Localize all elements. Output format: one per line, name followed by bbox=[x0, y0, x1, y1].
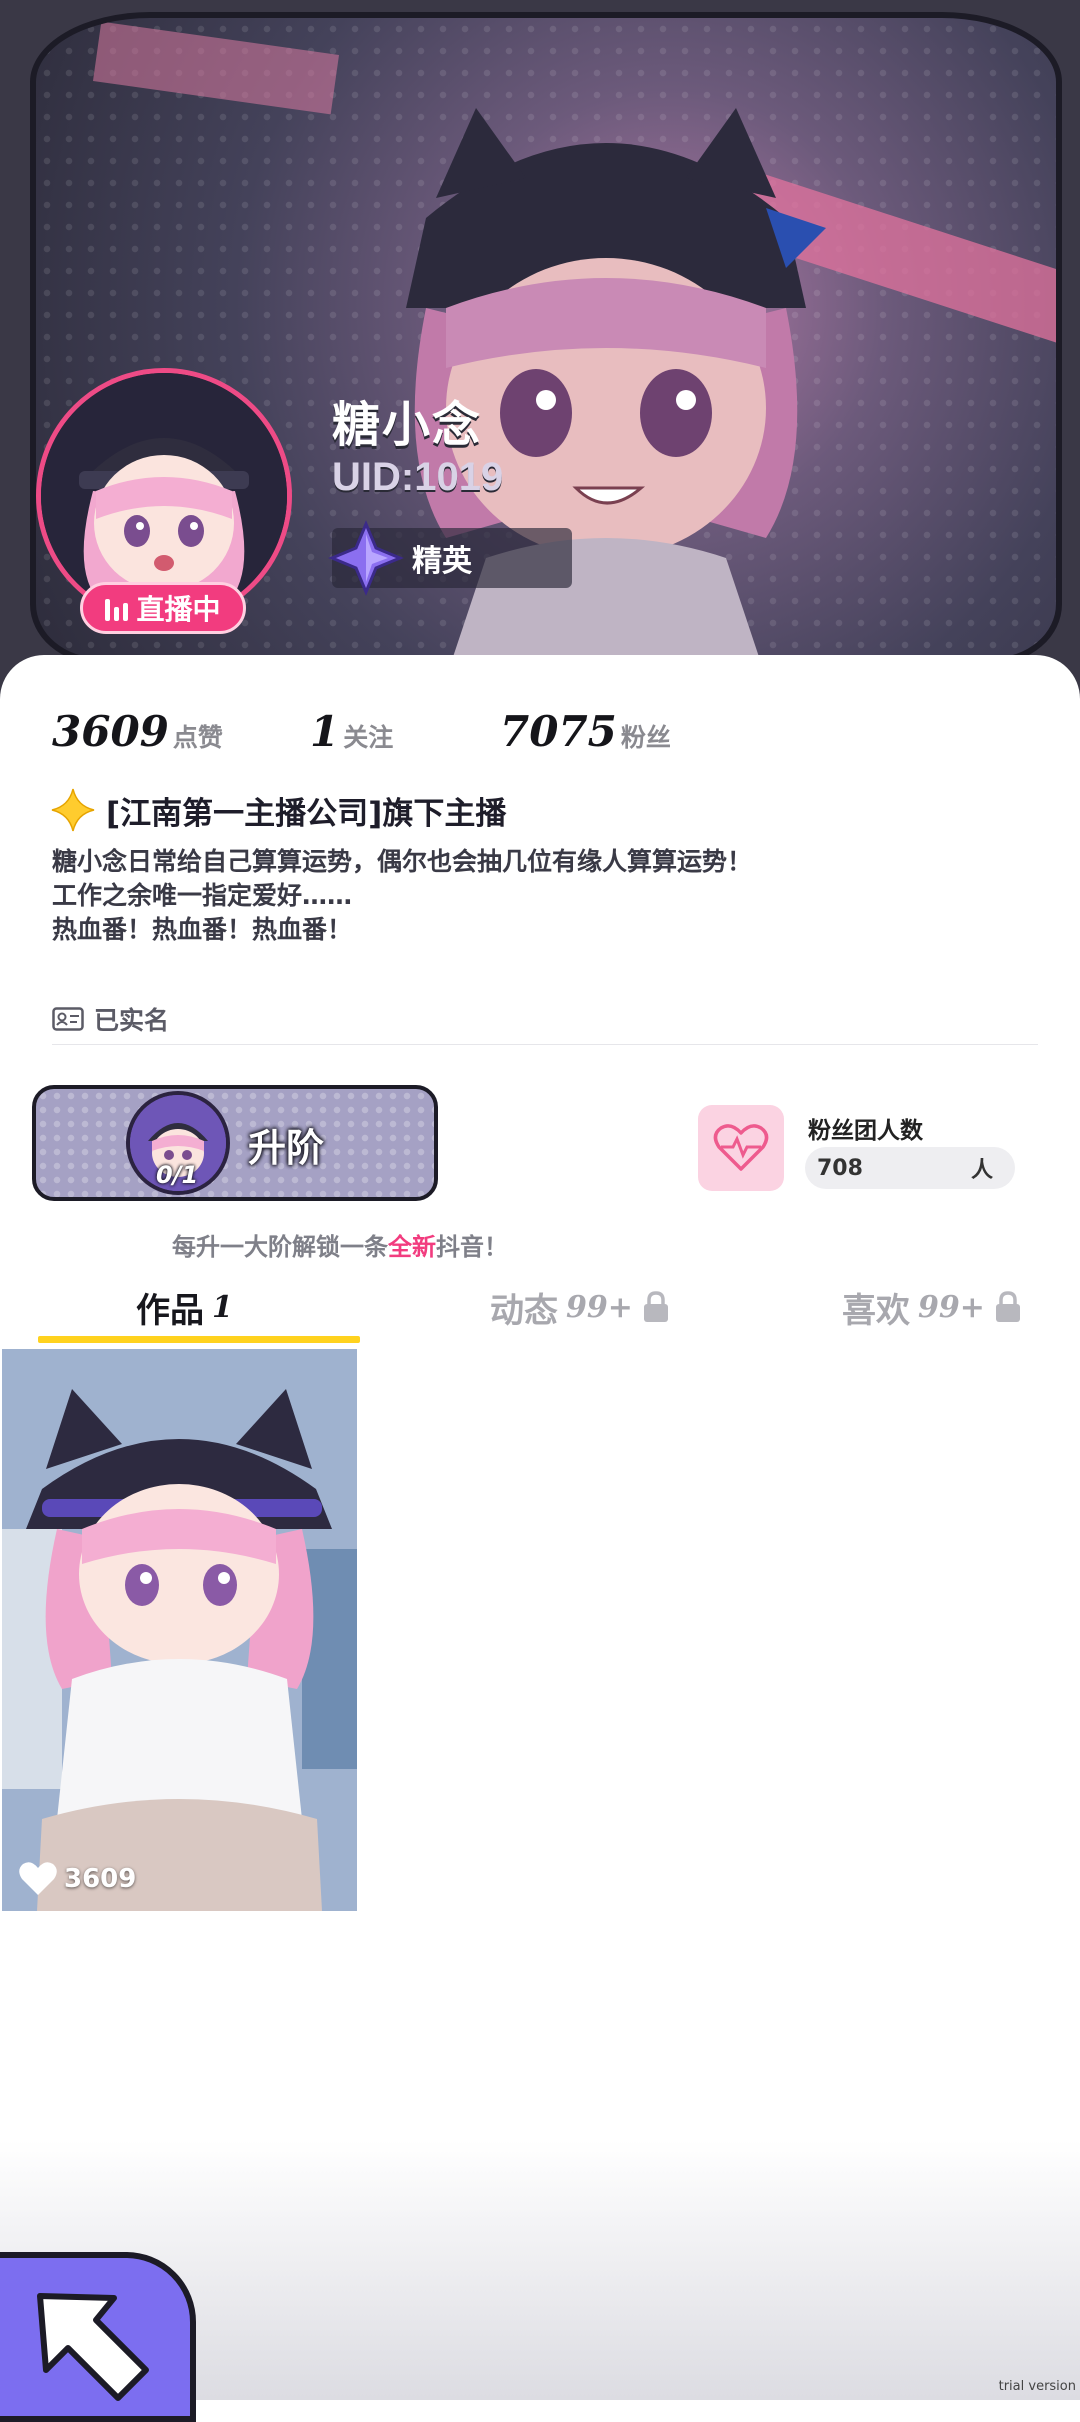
bio: 糖小念日常给自己算算运势，偶尔也会抽几位有缘人算算运势！ 工作之余唯一指定爱好…… bbox=[52, 845, 752, 947]
rank-badge[interactable]: 精英 bbox=[328, 520, 572, 596]
heart-icon bbox=[19, 1862, 57, 1895]
work-card[interactable]: 3609 bbox=[2, 1349, 357, 1911]
profile-uid: UID:1019 bbox=[332, 455, 504, 499]
verified-badge: 已实名 bbox=[52, 1001, 169, 1037]
rank-label: 精英 bbox=[412, 544, 472, 579]
fan-group-count-value: 708 bbox=[817, 1155, 863, 1181]
level-up-progress: 0/1 bbox=[156, 1161, 199, 1189]
heart-pulse-icon[interactable] bbox=[698, 1105, 784, 1191]
company-line: [江南第一主播公司]旗下主播 bbox=[50, 787, 506, 833]
tab-moments-label: 动态 bbox=[490, 1290, 558, 1331]
tab-works-label: 作品 bbox=[136, 1290, 204, 1331]
hint-suffix: 抖音！ bbox=[436, 1233, 508, 1261]
hint-highlight: 全新 bbox=[388, 1233, 436, 1261]
verified-label: 已实名 bbox=[94, 1006, 170, 1035]
fan-group-count[interactable]: 708 人 bbox=[805, 1147, 1015, 1189]
bio-line: 糖小念日常给自己算算运势，偶尔也会抽几位有缘人算算运势！ bbox=[52, 847, 753, 876]
stat-following[interactable]: 1 关注 bbox=[310, 707, 393, 756]
profile-name: 糖小念 bbox=[332, 397, 483, 453]
tab-likes-label: 喜欢 bbox=[842, 1290, 910, 1331]
stat-likes-value: 3609 bbox=[52, 707, 169, 756]
work-likes: 3609 bbox=[18, 1861, 136, 1897]
live-bars-icon bbox=[105, 595, 129, 621]
id-card-icon bbox=[52, 1007, 84, 1031]
bio-line: 工作之余唯一指定爱好…… bbox=[52, 881, 353, 910]
stat-followers[interactable]: 7075 粉丝 bbox=[500, 707, 671, 756]
share-fab-button[interactable] bbox=[0, 2252, 196, 2422]
work-likes-count: 3609 bbox=[64, 1864, 137, 1894]
active-tab-indicator bbox=[38, 1336, 360, 1343]
diamond-gem-icon bbox=[328, 520, 404, 596]
level-up-hint: 每升一大阶解锁一条全新抖音！ bbox=[0, 1227, 680, 1262]
tab-likes[interactable]: 喜欢 99+ bbox=[842, 1275, 1023, 1339]
stat-likes-label: 点赞 bbox=[172, 723, 223, 752]
level-up-button[interactable]: 0/1 升阶 bbox=[32, 1085, 438, 1201]
hint-prefix: 每升一大阶解锁一条 bbox=[172, 1233, 388, 1261]
stat-likes[interactable]: 3609 点赞 bbox=[52, 707, 223, 756]
stat-following-label: 关注 bbox=[343, 723, 394, 752]
fan-group-title: 粉丝团人数 bbox=[808, 1118, 923, 1144]
watermark: trial version bbox=[998, 2379, 1076, 2394]
lock-icon bbox=[995, 1291, 1020, 1322]
live-badge[interactable]: 直播中 bbox=[80, 582, 246, 634]
fan-group-count-unit: 人 bbox=[970, 1158, 993, 1183]
profile-panel: 3609 点赞 1 关注 7075 粉丝 [江南第一主播公司]旗下主播 糖小念日… bbox=[0, 655, 1080, 2400]
bio-line: 热血番！热血番！热血番！ bbox=[52, 915, 353, 944]
tab-likes-count: 99+ bbox=[918, 1289, 985, 1325]
arrow-cursor-icon bbox=[37, 2293, 149, 2401]
stat-following-value: 1 bbox=[310, 707, 340, 756]
tab-moments-count: 99+ bbox=[566, 1289, 633, 1325]
tab-moments[interactable]: 动态 99+ bbox=[490, 1275, 671, 1339]
level-up-label: 升阶 bbox=[248, 1126, 325, 1170]
company-text: [江南第一主播公司]旗下主播 bbox=[106, 795, 507, 832]
work-thumbnail bbox=[2, 1349, 357, 1911]
profile-banner: 直播中 糖小念 UID:1019 精英 bbox=[0, 0, 1080, 700]
stat-followers-label: 粉丝 bbox=[620, 723, 671, 752]
tab-works[interactable]: 作品 1 bbox=[136, 1275, 233, 1339]
divider bbox=[52, 1044, 1038, 1045]
lock-icon bbox=[643, 1291, 668, 1322]
stat-followers-value: 7075 bbox=[500, 707, 617, 756]
tab-works-count: 1 bbox=[212, 1289, 233, 1325]
sparkle-star-icon bbox=[51, 788, 95, 832]
live-badge-label: 直播中 bbox=[136, 593, 221, 626]
